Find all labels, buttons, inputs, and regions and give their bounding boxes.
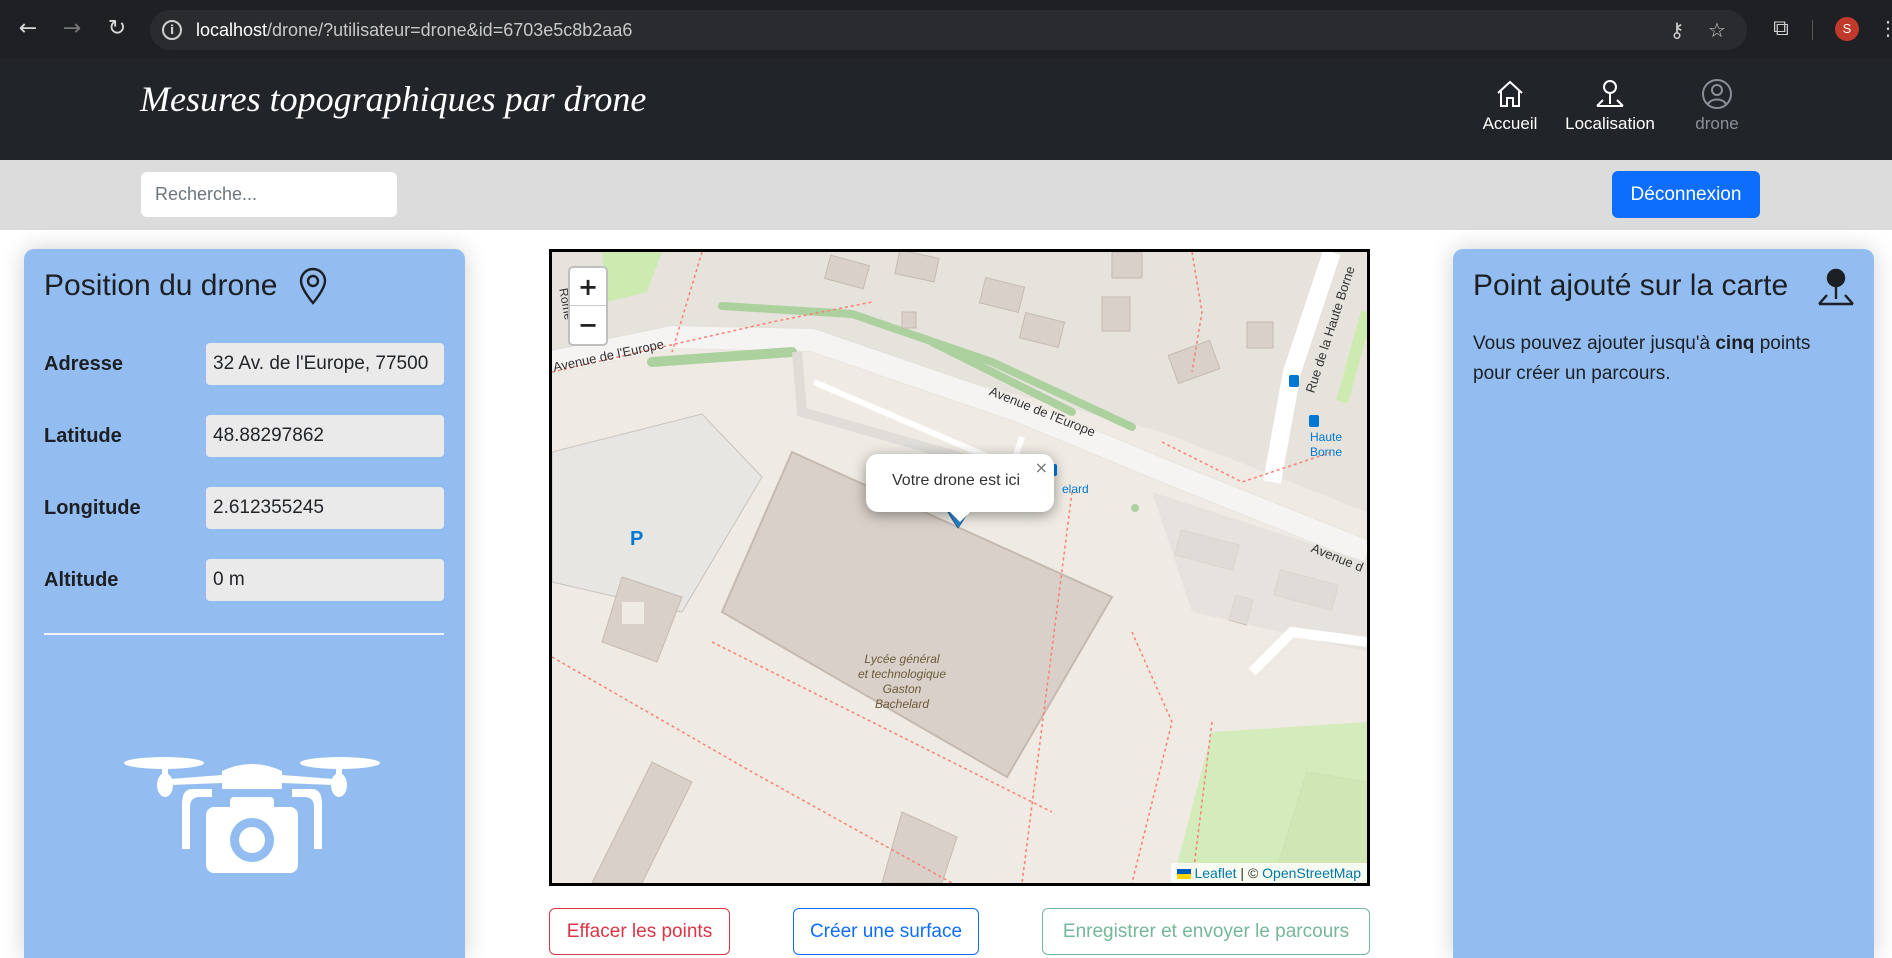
password-key-icon[interactable]: ⚷ (1665, 18, 1689, 42)
ukraine-flag-icon (1177, 869, 1192, 879)
osm-link[interactable]: OpenStreetMap (1262, 865, 1361, 881)
map-view[interactable]: Avenue de l'Europe Avenue de l'Europe Av… (549, 249, 1370, 886)
instructions-text-1: Vous pouvez ajouter jusqu'à (1473, 333, 1716, 354)
label-latitude: Latitude (44, 425, 122, 447)
clear-points-button[interactable]: Effacer les points (549, 908, 730, 955)
latitude-field[interactable] (206, 415, 444, 457)
field-adresse: Adresse (44, 343, 444, 385)
longitude-field[interactable] (206, 487, 444, 529)
browser-menu-icon[interactable]: ⋮ (1878, 17, 1892, 41)
adresse-field[interactable] (206, 343, 444, 385)
bookmark-star-icon[interactable]: ☆ (1705, 18, 1729, 42)
url-path: /drone/?utilisateur=drone&id=6703e5c8b2a… (267, 20, 633, 40)
map-tiles (552, 252, 1367, 883)
school-label: Lycée général et technologique Gaston Ba… (837, 652, 967, 712)
address-bar[interactable]: i localhost/drone/?utilisateur=drone&id=… (150, 10, 1747, 50)
zoom-out-button[interactable]: − (570, 306, 606, 344)
panel-divider (44, 633, 444, 635)
profile-avatar[interactable]: S (1835, 17, 1859, 41)
reload-icon[interactable]: ↻ (105, 17, 129, 41)
map-attribution: Leaflet | © OpenStreetMap (1171, 863, 1367, 883)
marker-popup: Votre drone est ici × (866, 454, 1054, 522)
attribution-separator: | © (1236, 865, 1263, 881)
create-surface-button[interactable]: Créer une surface (793, 908, 979, 955)
points-panel: Point ajouté sur la carte Vous pouvez aj… (1453, 249, 1874, 958)
drone-camera-icon (124, 757, 380, 873)
school-label-line3: Gaston (882, 682, 922, 696)
popup-text: Votre drone est ici (892, 472, 1021, 489)
url-host: localhost (196, 20, 268, 40)
altitude-field[interactable] (206, 559, 444, 601)
field-longitude: Longitude (44, 487, 444, 529)
zoom-control: + − (568, 266, 608, 346)
nav-localisation[interactable]: Localisation (1562, 78, 1658, 134)
home-icon (1497, 80, 1523, 107)
search-input[interactable] (141, 172, 397, 217)
points-instructions: Vous pouvez ajouter jusqu'à cinq points … (1473, 329, 1853, 389)
save-route-button[interactable]: Enregistrer et envoyer le parcours (1042, 908, 1370, 955)
label-adresse: Adresse (44, 353, 123, 375)
instructions-bold: cinq (1715, 333, 1755, 354)
panel-title-points: Point ajouté sur la carte (1473, 269, 1789, 302)
location-person-icon (1596, 80, 1624, 107)
logout-button[interactable]: Déconnexion (1612, 171, 1760, 218)
bus-stop-label-2: Borne (1310, 445, 1343, 459)
school-label-line1: Lycée général (864, 652, 940, 666)
school-label-line4: Bachelard (874, 697, 930, 711)
browser-chrome: ← → ↻ i localhost/drone/?utilisateur=dro… (0, 0, 1892, 58)
url-text[interactable]: localhost/drone/?utilisateur=drone&id=67… (196, 20, 632, 41)
parking-label: P (630, 528, 644, 550)
bus-stop-label-3: elard (1062, 482, 1089, 496)
zoom-in-button[interactable]: + (570, 268, 606, 306)
popup-tip (948, 510, 972, 522)
bus-stop-label-1: Haute (1310, 430, 1343, 444)
map-pin-icon (299, 267, 327, 305)
back-icon[interactable]: ← (16, 17, 40, 41)
drone-position-panel: Position du drone Adresse Latitude Longi… (24, 249, 465, 958)
app-title: Mesures topographiques par drone (140, 79, 647, 119)
nav-label-localisation: Localisation (1565, 114, 1655, 133)
nav-label-user: drone (1695, 114, 1739, 133)
nav-accueil[interactable]: Accueil (1468, 78, 1552, 134)
search-bar-row: Déconnexion (0, 160, 1892, 230)
extensions-icon[interactable]: ⧉ (1768, 16, 1794, 42)
app-header: Mesures topographiques par drone Accueil… (0, 58, 1892, 160)
school-label-line2: et technologique (857, 667, 947, 681)
toolbar-divider (1812, 20, 1813, 40)
nav-user[interactable]: drone (1690, 78, 1744, 134)
location-person-icon (1818, 268, 1854, 306)
user-circle-icon (1702, 79, 1732, 109)
forward-icon[interactable]: → (60, 17, 84, 41)
label-altitude: Altitude (44, 569, 119, 591)
field-latitude: Latitude (44, 415, 444, 457)
field-altitude: Altitude (44, 559, 444, 601)
label-longitude: Longitude (44, 497, 141, 519)
site-info-icon[interactable]: i (162, 20, 182, 40)
leaflet-link[interactable]: Leaflet (1194, 865, 1236, 881)
nav-label-accueil: Accueil (1482, 114, 1538, 133)
popup-close-icon[interactable]: × (1035, 458, 1048, 477)
panel-title-position: Position du drone (44, 269, 278, 302)
